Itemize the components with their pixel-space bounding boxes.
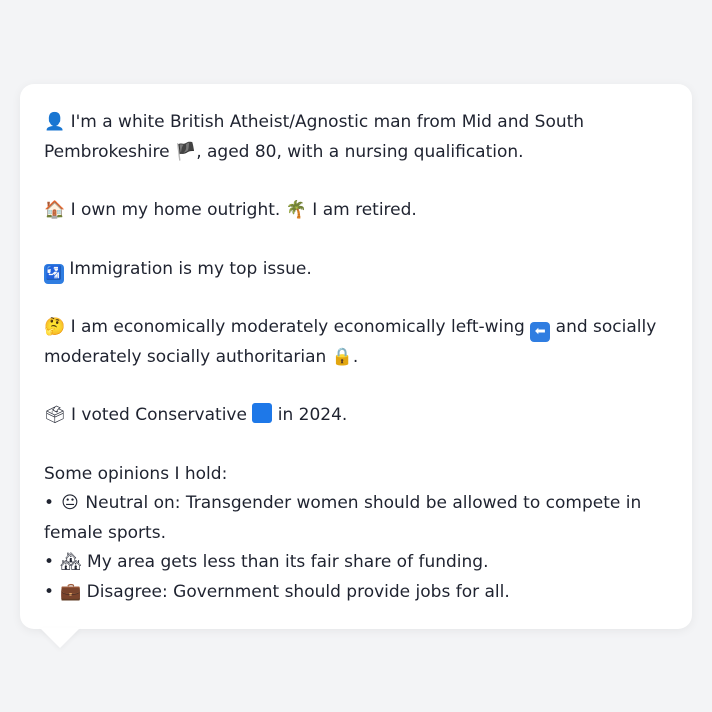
vote-text-a: I voted Conservative [65, 405, 253, 425]
speech-bubble-tail [40, 628, 80, 648]
opinion-text: My area gets less than its fair share of… [81, 552, 489, 572]
palm-tree-icon: 🌴 [285, 200, 307, 220]
opinion-item: • 🏘 My area gets less than its fair share… [44, 548, 668, 578]
identity-line: 👤 I'm a white British Atheist/Agnostic m… [44, 108, 668, 167]
house-icon: 🏠 [44, 200, 66, 220]
ideology-text-c: . [352, 346, 359, 367]
blue-square-icon [252, 403, 273, 423]
opinion-item: • 💼 Disagree: Government should provide j… [44, 578, 668, 608]
passport-control-icon: 🛂 [44, 263, 64, 284]
top-issue-line: 🛂 Immigration is my top issue. [44, 255, 668, 285]
housing-text-a: I own my home outright. [65, 200, 286, 220]
thinking-face-icon: 🤔 [44, 317, 66, 337]
houses-icon: 🏘 [60, 552, 82, 572]
top-issue-text: Immigration is my top issue. [64, 258, 312, 279]
left-arrow-icon: ⬅ [530, 322, 551, 342]
identity-text-b: , aged 80, with a nursing qualification. [196, 141, 524, 162]
opinions-heading: Some opinions I hold: [44, 463, 228, 484]
opinion-text: Neutral on: Transgender women should be … [44, 493, 642, 543]
wales-flag-icon: 🏴 [175, 141, 197, 162]
neutral-face-icon: 😐 [61, 493, 79, 513]
opinion-text: Disagree: Government should provide jobs… [81, 581, 510, 602]
ideology-text-a: I am economically moderately economicall… [65, 317, 531, 337]
ballot-box-icon: 🗳 [44, 405, 66, 425]
vote-line: 🗳 I voted Conservative in 2024. [44, 401, 668, 431]
ideology-line: 🤔 I am economically moderately economica… [44, 313, 668, 372]
bullet: • [44, 581, 55, 602]
person-icon: 👤 [44, 112, 66, 132]
briefcase-icon: 💼 [60, 581, 82, 602]
bullet: • [44, 552, 55, 572]
housing-text-b: I am retired. [306, 200, 417, 220]
bullet: • [44, 493, 55, 513]
vote-text-b: in 2024. [272, 405, 348, 425]
lock-icon: 🔒 [331, 346, 353, 367]
housing-line: 🏠 I own my home outright. 🌴 I am retired… [44, 196, 668, 226]
profile-card: 👤 I'm a white British Atheist/Agnostic m… [20, 84, 692, 629]
opinion-item: • 😐 Neutral on: Transgender women should … [44, 489, 668, 548]
